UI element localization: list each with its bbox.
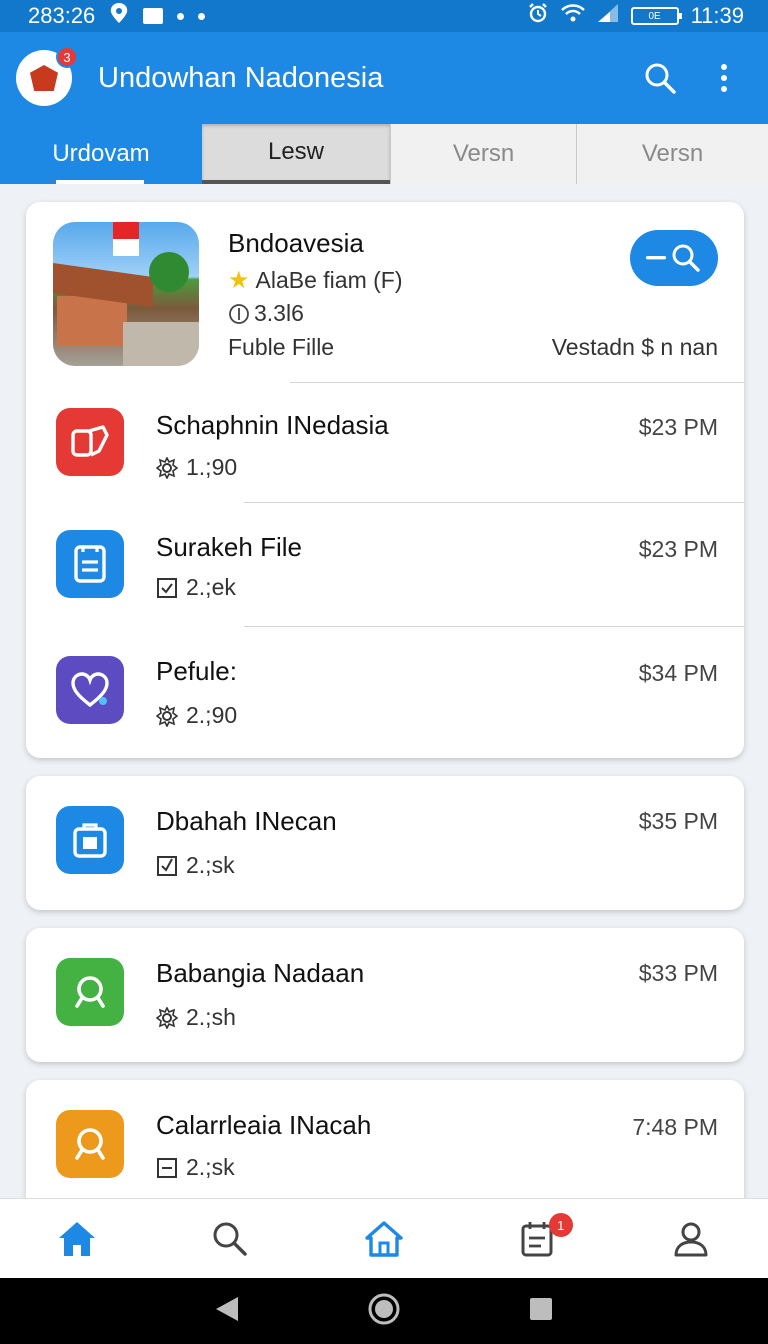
featured-search-button[interactable] (630, 230, 718, 286)
signal-icon (597, 3, 619, 29)
home-icon (58, 1221, 95, 1256)
nav-search[interactable] (154, 1199, 308, 1278)
tab-lesw[interactable]: Lesw (202, 124, 390, 184)
list-item-time: $35 PM (638, 808, 718, 834)
list-item-title: Babangia Nadaan (156, 958, 365, 988)
settings-gear-icon (156, 704, 178, 727)
featured-file-label: Fuble Fille (228, 334, 335, 360)
more-vert-icon (721, 64, 727, 92)
list-item[interactable]: Calarrleaia INacah 2.;sk 7:48 PM (26, 1080, 744, 1200)
settings-gear-icon (156, 456, 178, 479)
list-item[interactable]: Dbahah INecan 2.;sk $35 PM (26, 776, 744, 896)
list-item-title: Surakeh File (156, 532, 302, 562)
featured-rating-text: AlaBe fiam (F) (255, 267, 403, 293)
nav-profile[interactable] (614, 1199, 768, 1278)
location-icon (109, 2, 129, 30)
featured-app-image[interactable] (53, 222, 199, 366)
nav-notifications[interactable]: 1 (461, 1199, 615, 1278)
heart-icon (56, 656, 124, 724)
list-card[interactable]: Dbahah INecan 2.;sk $35 PM (26, 776, 744, 910)
list-item-time: $23 PM (638, 414, 718, 440)
featured-version-text: 3.3l6 (254, 300, 304, 326)
notification-dot-icon (177, 12, 185, 20)
status-clock: 11:39 (690, 3, 744, 28)
notification-badge: 3 (56, 46, 78, 68)
garuda-emblem-icon (30, 65, 58, 91)
briefcase-icon (56, 806, 124, 874)
tab-bar: Urdovam Lesw Versn Versn (0, 124, 768, 184)
list-item[interactable]: Surakeh File 2.;ek $23 PM (26, 502, 744, 622)
list-item-meta: 2.;sh (156, 1004, 236, 1031)
list-item-meta: 2.;sk (156, 852, 235, 879)
featured-title[interactable]: Bndoavesia (228, 228, 364, 259)
list-item-title: Pefule: (156, 656, 237, 686)
recents-square-icon (530, 1297, 553, 1320)
checkbox-icon (157, 855, 177, 876)
nav-home[interactable] (0, 1199, 154, 1278)
featured-right-label: Vestadn $ n nan (551, 334, 718, 360)
wifi-icon (560, 3, 585, 29)
tab-urdovam[interactable]: Urdovam (0, 124, 202, 184)
more-options-button[interactable] (700, 54, 748, 102)
list-item-meta: 1.;90 (156, 454, 237, 481)
alarm-icon (527, 2, 549, 30)
home-circle-icon (368, 1293, 400, 1324)
featured-rating: ★ AlaBe fiam (F) (228, 266, 403, 295)
battery-label: 0E (648, 10, 661, 22)
battery-icon: 0E (630, 7, 682, 25)
status-bar: 283:26 0E 11:39 (0, 0, 768, 32)
list-item-title: Calarrleaia INacah (156, 1110, 372, 1140)
system-navigation (0, 1278, 768, 1344)
featured-version: 3.3l6 (228, 300, 304, 327)
list-item-time: $23 PM (638, 536, 718, 562)
list-item[interactable]: Babangia Nadaan 2.;sh $33 PM (26, 928, 744, 1048)
notification-dot-icon (198, 12, 206, 20)
back-button[interactable] (214, 1295, 240, 1328)
list-item[interactable]: Schaphnin INedasia 1.;90 $23 PM (26, 382, 744, 502)
search-icon (645, 63, 676, 94)
list-item-title: Dbahah INecan (156, 806, 337, 836)
list-item-title: Schaphnin INedasia (156, 410, 389, 440)
search-button[interactable] (636, 54, 684, 102)
minus-icon (646, 256, 666, 260)
search-icon (672, 244, 700, 272)
star-icon: ★ (228, 267, 250, 294)
list-item[interactable]: Pefule: 2.;90 $34 PM (26, 626, 744, 746)
bottom-navigation: 1 (0, 1198, 768, 1278)
status-time-left: 283:26 (28, 3, 96, 28)
document-icon (56, 530, 124, 598)
open-in-app-icon (56, 408, 124, 476)
app-title: Undowhan Nadonesia (98, 61, 384, 94)
list-item-meta: 2.;ek (156, 574, 236, 601)
list-item-time: $33 PM (638, 960, 718, 986)
search-icon (213, 1222, 248, 1256)
home-outline-icon (365, 1220, 403, 1257)
home-system-button[interactable] (367, 1292, 401, 1331)
tab-versn-2[interactable]: Versn (576, 124, 768, 184)
person-icon (674, 1222, 708, 1256)
list-card[interactable]: Babangia Nadaan 2.;sh $33 PM (26, 928, 744, 1062)
minus-box-icon (157, 1157, 177, 1178)
recents-button[interactable] (528, 1296, 554, 1327)
nav-home-outline[interactable] (307, 1199, 461, 1278)
list-item-meta: 2.;sk (156, 1154, 235, 1181)
app-bar: 3 Undowhan Nadonesia (0, 32, 768, 124)
tab-versn-1[interactable]: Versn (390, 124, 576, 184)
list-item-meta: 2.;90 (156, 702, 237, 729)
app-list-card: Bndoavesia ★ AlaBe fiam (F) 3.3l6 Fuble … (26, 202, 744, 758)
list-item-time: 7:48 PM (632, 1114, 718, 1140)
list-card[interactable]: Calarrleaia INacah 2.;sk 7:48 PM (26, 1080, 744, 1214)
settings-gear-icon (156, 1006, 178, 1029)
nav-badge: 1 (548, 1213, 573, 1237)
notification-app-icon (143, 8, 164, 24)
checkbox-icon (157, 577, 177, 598)
app-logo[interactable]: 3 (16, 46, 78, 106)
search-circle-icon (56, 958, 124, 1026)
info-icon (229, 303, 249, 324)
back-triangle-icon (215, 1296, 238, 1321)
list-item-time: $34 PM (638, 660, 718, 686)
search-circle-icon (56, 1110, 124, 1178)
